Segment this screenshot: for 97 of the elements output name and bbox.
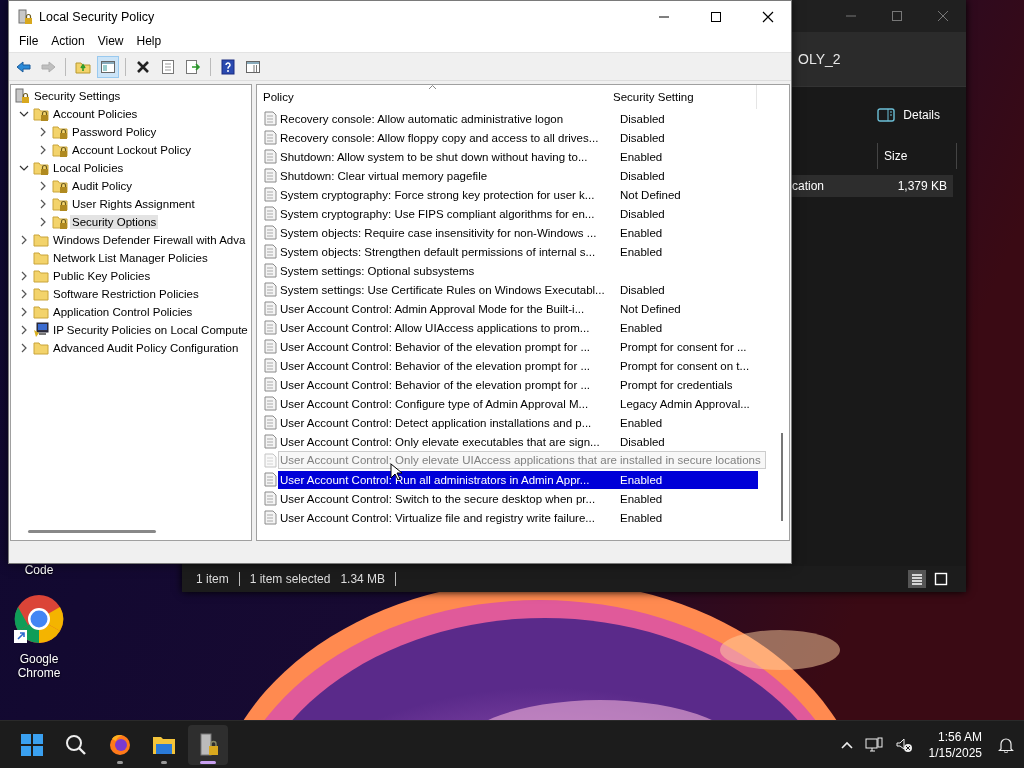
setting-value: Prompt for consent for ... (619, 340, 747, 353)
policy-name: User Account Control: Run all administrators in Admin Appr... (279, 473, 591, 486)
policy-row[interactable]: System objects: Strengthen default permissions of internal s... Enabled (278, 242, 758, 261)
menu-item[interactable]: File (13, 32, 46, 52)
file-size: 1,379 KB (897, 179, 947, 193)
setting-value: Disabled (619, 131, 665, 144)
setting-value: Disabled (619, 169, 665, 182)
setting-value: Enabled (619, 226, 663, 239)
column-header[interactable]: Size (877, 143, 957, 169)
policy-name: User Account Control: Behavior of the elevation prompt for ... (279, 340, 592, 353)
selection-count: 1 item selected (249, 572, 331, 586)
setting-value: Not Defined (619, 188, 681, 201)
details-button[interactable]: Details (871, 104, 946, 126)
policy-row[interactable]: System settings: Use Certificate Rules on Windows Executabl... Disabled (278, 280, 758, 299)
setting-value: Disabled (619, 283, 665, 296)
policy-name: User Account Control: Switch to the secure desktop when pr... (279, 492, 597, 505)
tree-item[interactable]: Network List Manager Policies (51, 251, 210, 265)
policy-name: User Account Control: Only elevate executables that are sign... (279, 435, 601, 448)
setting-value: Prompt for credentials (619, 378, 733, 391)
policy-name: Shutdown: Clear virtual memory pagefile (279, 169, 489, 182)
policy-name: System cryptography: Use FIPS compliant algorithms for en... (279, 207, 596, 220)
policy-row[interactable]: System objects: Require case insensitivity for non-Windows ... Enabled (278, 223, 758, 242)
tree-item[interactable]: Application Control Policies (51, 305, 195, 319)
setting-value: Enabled (619, 511, 663, 524)
policy-name: User Account Control: Allow UIAccess applications to prom... (279, 321, 591, 334)
tree-item[interactable]: IP Security Policies on Local Compute (51, 323, 250, 337)
policy-row[interactable]: User Account Control: Run all administrators in Admin Appr... Enabled (278, 470, 758, 489)
setting-value: Prompt for consent on t... (619, 359, 750, 372)
policy-name: User Account Control: Configure type of Admin Approval M... (279, 397, 590, 410)
policy-row[interactable]: User Account Control: Behavior of the elevation prompt for ... Prompt for consent on t... (278, 356, 758, 375)
menu-item[interactable]: View (91, 32, 131, 52)
selection-size: 1.34 MB (340, 572, 386, 586)
policy-row[interactable]: User Account Control: Admin Approval Mode for the Built-i... Not Defined (278, 299, 758, 318)
policy-row[interactable]: User Account Control: Behavior of the elevation prompt for ... Prompt for credentials (278, 375, 758, 394)
file-type: cation (792, 179, 825, 193)
policy-name: Shutdown: Allow system to be shut down without having to... (279, 150, 589, 163)
menu-item[interactable]: Help (130, 32, 169, 52)
icon-label: Code (24, 563, 54, 577)
setting-value: Enabled (619, 416, 663, 429)
tree-item[interactable]: Advanced Audit Policy Configuration (51, 341, 241, 355)
tree-item[interactable]: Audit Policy (70, 179, 135, 193)
policy-name: User Account Control: Admin Approval Mode for the Built-i... (279, 302, 586, 315)
menu-item[interactable]: Action (45, 32, 92, 52)
setting-value: Legacy Admin Approval... (619, 397, 750, 410)
tooltip: User Account Control: Only elevate UIAccess applications that are installed in secure locations (278, 451, 766, 469)
policy-name: System cryptography: Force strong key protection for user k... (279, 188, 596, 201)
tree-item[interactable]: Account Policies (51, 107, 140, 121)
item-count: 1 item (196, 572, 229, 586)
tree-item[interactable]: Windows Defender Firewall with Adva (51, 233, 248, 247)
setting-value: Disabled (619, 435, 665, 448)
column-header[interactable]: Security Setting (607, 85, 757, 109)
policy-name: System objects: Require case insensitivity for non-Windows ... (279, 226, 598, 239)
policy-row[interactable]: User Account Control: Switch to the secure desktop when pr... Enabled (278, 489, 758, 508)
policy-row[interactable]: Recovery console: Allow floppy copy and access to all drives... Disabled (278, 128, 758, 147)
window-title: Local Security Policy (39, 9, 156, 24)
policy-row[interactable]: System cryptography: Force strong key protection for user k... Not Defined (278, 185, 758, 204)
policy-row[interactable]: System settings: Optional subsystems (278, 261, 758, 280)
policy-row[interactable]: User Account Control: Allow UIAccess applications to prom... Enabled (278, 318, 758, 337)
tree-item[interactable]: Local Policies (51, 161, 126, 175)
policy-name: System settings: Optional subsystems (279, 264, 476, 277)
setting-value: Disabled (619, 207, 665, 220)
setting-value: Not Defined (619, 302, 681, 315)
tree-item[interactable]: User Rights Assignment (70, 197, 197, 211)
setting-value: Enabled (619, 492, 663, 505)
tree-item[interactable]: Account Lockout Policy (70, 143, 193, 157)
tree-item[interactable]: Public Key Policies (51, 269, 153, 283)
setting-value: Enabled (619, 150, 663, 163)
policy-name: User Account Control: Behavior of the elevation prompt for ... (279, 359, 592, 372)
policy-row[interactable]: User Account Control: Configure type of Admin Approval M... Legacy Admin Approval... (278, 394, 758, 413)
policy-row[interactable]: Recovery console: Allow automatic administrative logon Disabled (278, 109, 758, 128)
policy-name: User Account Control: Detect application installations and p... (279, 416, 593, 429)
policy-name: Recovery console: Allow automatic administrative logon (279, 112, 565, 125)
tree-item[interactable]: Software Restriction Policies (51, 287, 201, 301)
policy-row[interactable]: Shutdown: Clear virtual memory pagefile Disabled (278, 166, 758, 185)
setting-value: Enabled (619, 245, 663, 258)
clock-time[interactable]: 1:56 AM (937, 728, 982, 745)
policy-name: User Account Control: Behavior of the elevation prompt for ... (279, 378, 592, 391)
policy-row[interactable]: User Account Control: Detect application installations and p... Enabled (278, 413, 758, 432)
setting-value: Enabled (619, 321, 663, 334)
policy-name: System settings: Use Certificate Rules on Windows Executabl... (279, 283, 606, 296)
policy-row[interactable]: User Account Control: Virtualize file and registry write failure... Enabled (278, 508, 758, 527)
address-bar[interactable]: OLY_2 (798, 51, 841, 67)
column-header[interactable]: Policy (263, 91, 607, 103)
policy-row[interactable]: User Account Control: Behavior of the elevation prompt for ... Prompt for consent for ... (278, 337, 758, 356)
setting-value: Enabled (619, 473, 663, 486)
policy-row[interactable]: Shutdown: Allow system to be shut down without having to... Enabled (278, 147, 758, 166)
icon-label: Google Chrome (16, 652, 62, 680)
clock-date[interactable]: 1/15/2025 (928, 744, 982, 761)
setting-value: Disabled (619, 112, 665, 125)
policy-row[interactable]: System cryptography: Use FIPS compliant algorithms for en... Disabled (278, 204, 758, 223)
policy-name: System objects: Strengthen default permissions of internal s... (279, 245, 597, 258)
tree-item[interactable]: Security Options (70, 215, 159, 229)
policy-name: User Account Control: Virtualize file and registry write failure... (279, 511, 596, 524)
tree-item[interactable]: Password Policy (70, 125, 159, 139)
policy-row[interactable]: User Account Control: Only elevate executables that are sign... Disabled (278, 432, 758, 451)
policy-name: Recovery console: Allow floppy copy and access to all drives... (279, 131, 600, 144)
tree-item[interactable]: Security Settings (32, 89, 123, 103)
